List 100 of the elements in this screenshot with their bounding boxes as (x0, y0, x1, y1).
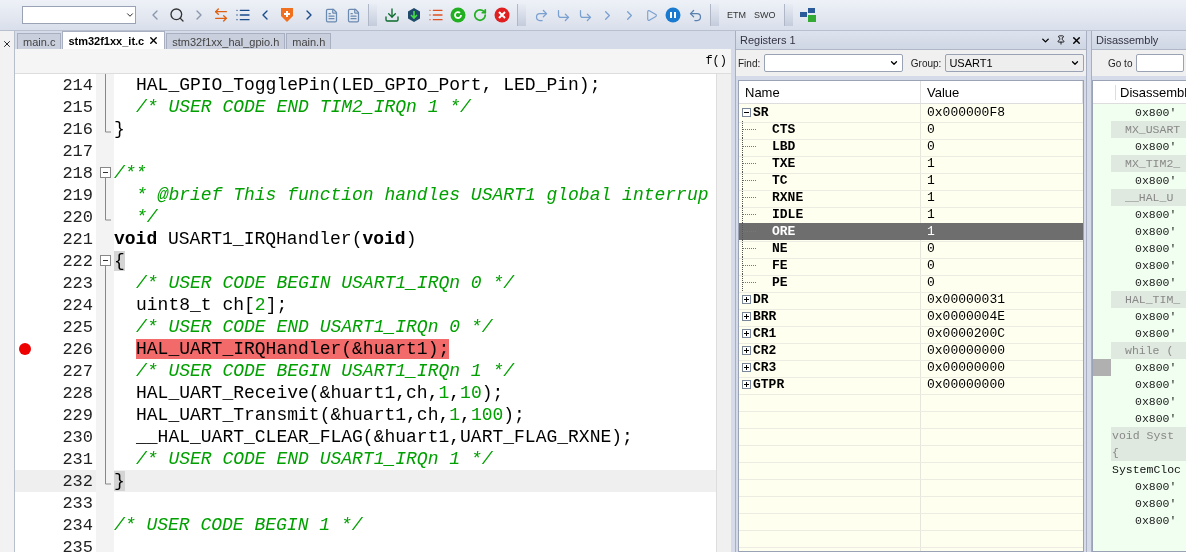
disassembly-line: 0x800' (1134, 224, 1177, 240)
register-value: 0x000000F8 (926, 105, 1006, 120)
register-value: 1 (926, 224, 936, 239)
disassembly-line: 0x800' (1134, 105, 1177, 121)
register-value: 1 (926, 190, 936, 205)
toolbar-grip[interactable] (710, 4, 719, 26)
line-number: 229 (61, 405, 93, 425)
file-tab[interactable]: main.c (17, 33, 62, 49)
file-tab[interactable]: main.h (286, 33, 332, 49)
download-icon[interactable] (383, 6, 401, 24)
register-name: SR (753, 105, 769, 120)
register-name: GTPR (753, 377, 785, 392)
toolbar-text-button[interactable]: ETM (725, 10, 748, 20)
line-number: 228 (61, 383, 93, 403)
code-line: HAL_UART_Transmit(&huart1,ch,1,100); (135, 405, 525, 425)
code-line: /* USER CODE BEGIN 1 */ (114, 515, 363, 535)
column-header[interactable]: Name (739, 81, 921, 103)
code-line: } (114, 119, 125, 139)
close-icon[interactable] (1071, 34, 1082, 46)
register-row[interactable]: SR 0x000000F8 (739, 104, 1083, 121)
register-row[interactable]: RXNE 1 (739, 189, 1083, 206)
register-row[interactable]: NE 0 (739, 240, 1083, 257)
column-header[interactable]: Value (921, 81, 1083, 103)
register-row[interactable]: TC 1 (739, 172, 1083, 189)
toolbar-text-button[interactable]: SWO (752, 10, 778, 20)
collapse-icon[interactable] (742, 108, 751, 117)
line-number: 222 (61, 251, 93, 271)
file-tab[interactable]: stm32f1xx_it.c (62, 31, 166, 49)
register-row[interactable]: CR2 0x00000000 (739, 342, 1083, 359)
code-line: * @brief This function handles USART1 global interrup (135, 185, 709, 205)
disassembly-line: 0x800' (1134, 241, 1177, 257)
register-row[interactable]: CTS 0 (739, 121, 1083, 138)
line-number: 216 (61, 119, 93, 139)
toolbar-grip[interactable] (783, 4, 793, 26)
toolbar-grip[interactable] (368, 4, 377, 26)
register-name: ORE (772, 224, 796, 239)
code-line: /* USER CODE END USART1_IRQn 0 */ (135, 317, 493, 337)
find-field[interactable] (764, 54, 903, 72)
line-number: 230 (61, 427, 93, 447)
dropdown-icon[interactable] (888, 58, 899, 68)
expand-icon[interactable] (742, 329, 751, 338)
pin-icon[interactable] (1056, 35, 1066, 45)
find-label: Find: (738, 57, 761, 69)
code-line: HAL_UART_Receive(&huart1,ch,1,10); (135, 383, 504, 403)
dropdown-icon[interactable] (1070, 58, 1080, 68)
register-row[interactable]: TXE 1 (739, 155, 1083, 172)
pause-icon[interactable] (664, 6, 682, 24)
breakpoint-icon[interactable] (19, 343, 31, 355)
register-row[interactable]: ORE 1 (739, 223, 1083, 240)
stop-icon[interactable] (493, 6, 511, 24)
close-icon[interactable] (148, 35, 160, 46)
register-row[interactable]: FE 0 (739, 257, 1083, 274)
disassembly-line: 0x800' (1134, 173, 1177, 189)
expand-icon[interactable] (742, 312, 751, 321)
line-number: 223 (61, 273, 93, 293)
dropdown-icon[interactable] (125, 10, 135, 20)
register-row[interactable]: CR3 0x00000000 (739, 359, 1083, 376)
refresh-icon[interactable] (471, 6, 489, 24)
line-number: 225 (61, 317, 93, 337)
panel-title: Disassembly (1096, 34, 1159, 46)
disassembly-line: 0x800' (1134, 479, 1177, 495)
register-name: RXNE (772, 190, 804, 205)
shield-icon[interactable] (278, 6, 296, 24)
hexagon-icon[interactable] (405, 6, 423, 24)
search-icon[interactable] (168, 6, 186, 24)
group-select[interactable]: USART1 (945, 54, 1084, 72)
functions-button[interactable]: f() (705, 54, 727, 68)
register-row[interactable]: LBD 0 (739, 138, 1083, 155)
register-row[interactable]: IDLE 1 (739, 206, 1083, 223)
line-number: 214 (61, 75, 93, 95)
register-name: LBD (772, 139, 796, 154)
toolbar-grip[interactable] (517, 4, 526, 26)
register-row[interactable]: GTPR 0x00000000 (739, 376, 1083, 393)
reset-icon[interactable] (449, 6, 467, 24)
register-name: PE (772, 275, 788, 290)
scrollbar[interactable] (716, 74, 731, 552)
register-name: CR3 (753, 360, 777, 375)
line-number: 218 (61, 163, 93, 183)
register-row[interactable]: CR1 0x0000200C (739, 325, 1083, 342)
expand-icon[interactable] (742, 295, 751, 304)
goto-field[interactable] (1136, 54, 1184, 72)
line-number: 215 (61, 97, 93, 117)
register-row[interactable]: DR 0x00000031 (739, 291, 1083, 308)
expand-icon[interactable] (742, 346, 751, 355)
register-name: IDLE (772, 207, 804, 222)
close-icon[interactable] (2, 39, 12, 49)
window-layout-icon[interactable] (798, 6, 817, 24)
expand-icon[interactable] (742, 363, 751, 372)
code-line: uint8_t ch[2]; (135, 295, 288, 315)
group-label: Group: (910, 57, 942, 69)
code-line: /* USER CODE END USART1_IRQn 1 */ (135, 449, 493, 469)
register-name: BRR (753, 309, 777, 324)
file-tab[interactable]: stm32f1xx_hal_gpio.h (166, 33, 286, 49)
register-row[interactable]: BRR 0x0000004E (739, 308, 1083, 325)
line-number: 220 (61, 207, 93, 227)
disassembly-line: 0x800' (1134, 326, 1177, 342)
expand-icon[interactable] (742, 380, 751, 389)
register-row[interactable]: PE 0 (739, 274, 1083, 291)
line-number: 226 (61, 339, 93, 359)
register-name: CTS (772, 122, 796, 137)
